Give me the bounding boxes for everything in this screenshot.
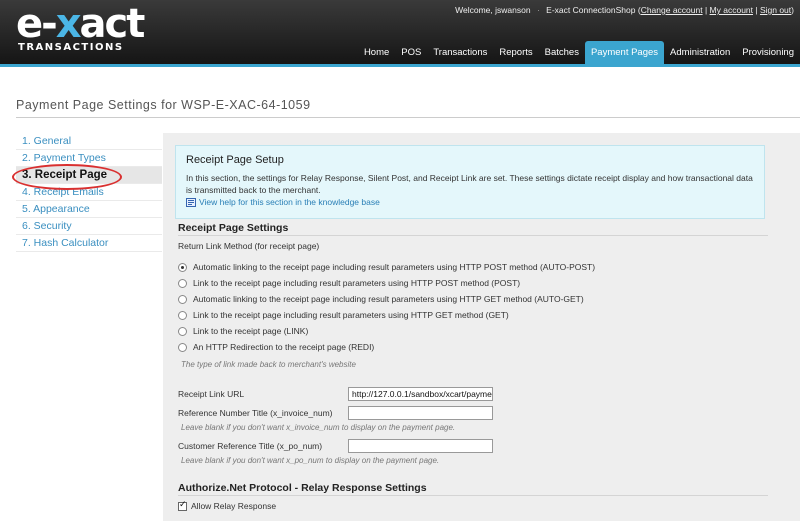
- shop-name: E-xact ConnectionShop: [546, 5, 636, 15]
- sidebar-item-payment-types[interactable]: 2. Payment Types: [16, 150, 162, 167]
- info-box: Receipt Page Setup In this section, the …: [175, 145, 765, 219]
- radio-button[interactable]: [178, 278, 187, 288]
- nav-underline: [0, 64, 800, 67]
- app-header: e-xact TRANSACTIONS Welcome, jswanson · …: [0, 0, 800, 64]
- separator: ·: [536, 5, 540, 15]
- nav-tab-payment-pages[interactable]: Payment Pages: [584, 41, 665, 64]
- sidebar-item-receipt-emails[interactable]: 4. Receipt Emails: [16, 184, 162, 201]
- radio-post[interactable]: Link to the receipt page including resul…: [178, 278, 520, 288]
- section-divider: [178, 495, 768, 496]
- main-panel: Receipt Page Setup In this section, the …: [163, 133, 800, 521]
- radio-label: Automatic linking to the receipt page in…: [193, 262, 596, 272]
- cust-ref-label: Customer Reference Title (x_po_num): [178, 441, 323, 451]
- receipt-settings-title: Receipt Page Settings: [178, 222, 289, 234]
- link-type-hint: The type of link made back to merchant's…: [181, 360, 356, 369]
- info-title: Receipt Page Setup: [186, 154, 284, 166]
- radio-label: Automatic linking to the receipt page in…: [193, 294, 584, 304]
- nav-tab-transactions[interactable]: Transactions: [427, 41, 493, 64]
- nav-tab-reports[interactable]: Reports: [493, 41, 538, 64]
- sidebar-item-receipt-page[interactable]: 3. Receipt Page: [16, 167, 162, 184]
- sign-out-link[interactable]: Sign out: [760, 5, 791, 15]
- help-link-row[interactable]: View help for this section in the knowle…: [186, 197, 380, 207]
- radio-button[interactable]: [178, 294, 187, 304]
- page-title: Payment Page Settings for WSP-E-XAC-64-1…: [16, 98, 311, 112]
- receipt-url-input[interactable]: http://127.0.0.1/sandbox/xcart/payment/c…: [348, 387, 493, 401]
- nav-tab-batches[interactable]: Batches: [539, 41, 585, 64]
- radio-button[interactable]: [178, 342, 187, 352]
- sidebar-item-appearance[interactable]: 5. Appearance: [16, 201, 162, 218]
- allow-relay-checkbox[interactable]: [178, 500, 187, 511]
- ref-number-hint: Leave blank if you don't want x_invoice_…: [181, 423, 456, 432]
- nav-tab-home[interactable]: Home: [358, 41, 395, 64]
- radio-button[interactable]: [178, 310, 187, 320]
- change-account-link[interactable]: Change account: [641, 5, 703, 15]
- allow-relay-label: Allow Relay Response: [191, 501, 277, 511]
- allow-relay-row[interactable]: Allow Relay Response: [178, 500, 277, 511]
- help-link[interactable]: View help for this section in the knowle…: [199, 197, 380, 207]
- sidebar-item-hash-calculator[interactable]: 7. Hash Calculator: [16, 235, 162, 252]
- section-divider: [178, 235, 768, 236]
- user-bar: Welcome, jswanson · E-xact ConnectionSho…: [455, 5, 794, 15]
- radio-button[interactable]: [178, 262, 187, 272]
- ref-number-input[interactable]: [348, 406, 493, 420]
- exact-logo[interactable]: e-xact TRANSACTIONS: [16, 1, 146, 58]
- cust-ref-input[interactable]: [348, 439, 493, 453]
- title-divider: [16, 117, 800, 118]
- radio-auto-get[interactable]: Automatic linking to the receipt page in…: [178, 294, 584, 304]
- relay-settings-title: Authorize.Net Protocol - Relay Response …: [178, 482, 427, 494]
- radio-label: An HTTP Redirection to the receipt page …: [193, 342, 375, 352]
- radio-get[interactable]: Link to the receipt page including resul…: [178, 310, 509, 320]
- main-nav: Home POS Transactions Reports Batches Pa…: [358, 41, 800, 64]
- radio-label: Link to the receipt page including resul…: [193, 278, 521, 288]
- cust-ref-hint: Leave blank if you don't want x_po_num t…: [181, 456, 440, 465]
- radio-label: Link to the receipt page including resul…: [193, 310, 509, 320]
- radio-link[interactable]: Link to the receipt page (LINK): [178, 326, 308, 336]
- sidebar-item-general[interactable]: 1. General: [16, 133, 162, 150]
- nav-tab-pos[interactable]: POS: [395, 41, 427, 64]
- help-book-icon: [186, 197, 196, 207]
- radio-redi[interactable]: An HTTP Redirection to the receipt page …: [178, 342, 374, 352]
- my-account-link[interactable]: My account: [710, 5, 753, 15]
- nav-tab-administration[interactable]: Administration: [664, 41, 736, 64]
- radio-label: Link to the receipt page (LINK): [193, 326, 309, 336]
- nav-tab-provisioning[interactable]: Provisioning: [736, 41, 800, 64]
- logo-wordmark: e-xact: [16, 1, 145, 47]
- return-link-label: Return Link Method (for receipt page): [178, 241, 320, 251]
- logo-subtitle: TRANSACTIONS: [18, 42, 124, 53]
- settings-sidebar: 1. General 2. Payment Types 3. Receipt P…: [16, 133, 162, 252]
- receipt-url-label: Receipt Link URL: [178, 389, 245, 399]
- sidebar-item-security[interactable]: 6. Security: [16, 218, 162, 235]
- info-text: In this section, the settings for Relay …: [186, 173, 753, 195]
- radio-button[interactable]: [178, 326, 187, 336]
- welcome-text: Welcome, jswanson: [455, 5, 531, 15]
- radio-auto-post[interactable]: Automatic linking to the receipt page in…: [178, 262, 595, 272]
- ref-number-label: Reference Number Title (x_invoice_num): [178, 408, 333, 418]
